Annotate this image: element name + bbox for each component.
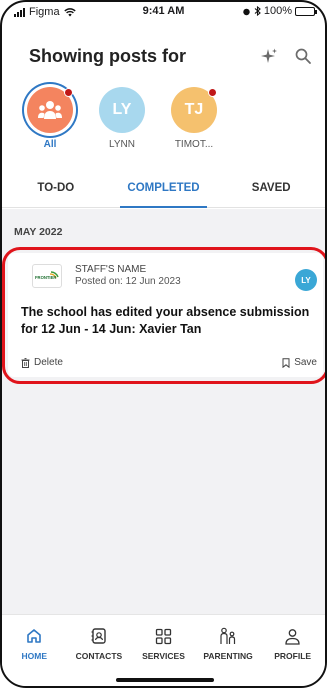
- status-right: 100%: [242, 5, 317, 17]
- group-icon: [38, 101, 62, 119]
- avatar: [27, 87, 73, 133]
- avatar-label: All: [43, 139, 57, 150]
- avatar-label: TIMOT...: [174, 139, 214, 150]
- contacts-icon: [90, 625, 108, 647]
- month-header: MAY 2022: [14, 226, 63, 238]
- nav-label: HOME: [21, 651, 48, 661]
- avatar-initials: TJ: [184, 101, 204, 118]
- alarm-icon: [243, 8, 250, 15]
- avatar: LY: [99, 87, 145, 133]
- parenting-icon: [218, 625, 238, 647]
- avatar-initials: LY: [112, 101, 132, 118]
- battery-percent: 100%: [263, 5, 292, 17]
- profile-icon: [284, 625, 301, 647]
- avatar-all[interactable]: All: [24, 87, 76, 150]
- nav-label: PROFILE: [274, 651, 312, 661]
- tab-todo[interactable]: TO-DO: [2, 170, 110, 207]
- post-feed: MAY 2022 FRONTIER STAFF'S NAME Posted on…: [2, 209, 325, 614]
- home-icon: [26, 625, 42, 647]
- search-icon[interactable]: [293, 46, 313, 66]
- avatar-label: LYNN: [109, 139, 135, 150]
- status-bar: Figma 9:41 AM 100%: [2, 2, 325, 22]
- highlight-outline: [2, 247, 325, 384]
- grid-icon: [155, 625, 172, 647]
- nav-label: CONTACTS: [75, 651, 123, 661]
- avatar: TJ: [171, 87, 217, 133]
- page-title: Showing posts for: [29, 46, 186, 66]
- notification-dot: [64, 88, 73, 97]
- avatar-lynn[interactable]: LY LYNN: [96, 87, 148, 150]
- tab-completed[interactable]: COMPLETED: [110, 170, 218, 208]
- nav-profile[interactable]: PROFILE: [260, 615, 325, 686]
- child-filter: All LY LYNN TJ TIMOT...: [24, 87, 220, 150]
- bluetooth-icon: [254, 6, 261, 16]
- tab-saved[interactable]: SAVED: [217, 170, 325, 207]
- sparkle-icon[interactable]: [259, 46, 279, 66]
- notification-dot: [208, 88, 217, 97]
- nav-label: PARENTING: [203, 651, 253, 661]
- nav-label: SERVICES: [142, 651, 185, 661]
- battery-icon: [295, 6, 317, 16]
- header-actions: [259, 46, 313, 66]
- bottom-nav: HOME CONTACTS SERVICES PARENTING PROFILE: [2, 614, 325, 686]
- phone-frame: Figma 9:41 AM 100% Showing posts for All…: [0, 0, 327, 688]
- avatar-timothy[interactable]: TJ TIMOT...: [168, 87, 220, 150]
- home-indicator: [116, 678, 214, 682]
- post-tabs: TO-DO COMPLETED SAVED: [2, 170, 325, 208]
- nav-home[interactable]: HOME: [2, 615, 67, 686]
